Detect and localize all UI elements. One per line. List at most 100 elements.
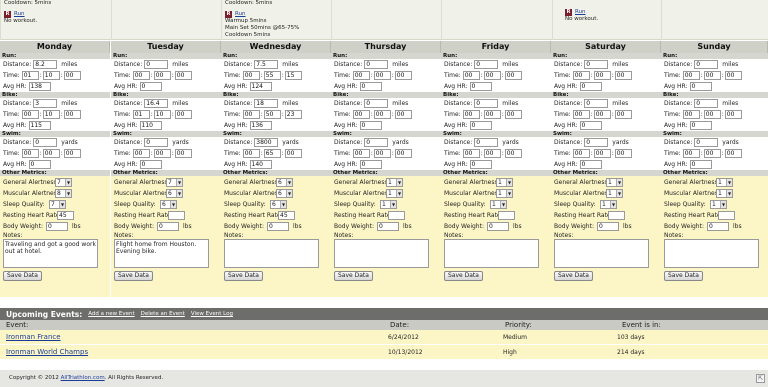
run-seconds-input[interactable]: 00	[63, 71, 81, 80]
view-event-log-link[interactable]: View Event Log	[191, 311, 233, 317]
workout-link[interactable]: Run	[14, 11, 25, 17]
general-select[interactable]: 1 ▼	[716, 178, 733, 187]
swim-distance-input[interactable]: 0	[33, 138, 58, 147]
run-distance-input[interactable]: 0	[474, 60, 499, 69]
general-select[interactable]: 6 ▼	[276, 178, 293, 187]
swim-hours-input[interactable]: 00	[682, 149, 700, 158]
resting-hr-input[interactable]	[718, 211, 735, 220]
bike-avg-hr-input[interactable]: 115	[28, 121, 51, 130]
swim-distance-input[interactable]: 0	[584, 138, 609, 147]
bike-minutes-input[interactable]: 00	[373, 110, 391, 119]
body-weight-input[interactable]: 0	[486, 222, 509, 231]
swim-seconds-input[interactable]: 00	[504, 149, 522, 158]
body-weight-input[interactable]: 0	[596, 222, 619, 231]
swim-hours-input[interactable]: 00	[572, 149, 590, 158]
notes-textarea[interactable]: Traveling and got a good work out at hot…	[3, 239, 98, 268]
run-hours-input[interactable]: 01	[21, 71, 39, 80]
delete-event-link[interactable]: Delete an Event	[141, 311, 185, 317]
run-minutes-input[interactable]: 00	[153, 71, 171, 80]
save-data-button[interactable]: Save Data	[3, 271, 42, 281]
bike-hours-input[interactable]: 00	[462, 110, 480, 119]
body-weight-input[interactable]: 0	[706, 222, 729, 231]
run-minutes-input[interactable]: 00	[373, 71, 391, 80]
bike-avg-hr-input[interactable]: 0	[689, 121, 712, 130]
bike-seconds-input[interactable]: 00	[724, 110, 742, 119]
notes-textarea[interactable]	[334, 239, 429, 268]
swim-hours-input[interactable]: 00	[242, 149, 260, 158]
save-data-button[interactable]: Save Data	[444, 271, 483, 281]
swim-seconds-input[interactable]: 00	[724, 149, 742, 158]
run-seconds-input[interactable]: 00	[504, 71, 522, 80]
bike-hours-input[interactable]: 01	[132, 110, 150, 119]
run-hours-input[interactable]: 00	[242, 71, 260, 80]
swim-distance-input[interactable]: 0	[694, 138, 719, 147]
run-minutes-input[interactable]: 00	[593, 71, 611, 80]
run-avg-hr-input[interactable]: 124	[249, 82, 272, 91]
run-minutes-input[interactable]: 00	[703, 71, 721, 80]
muscular-select[interactable]: 1 ▼	[606, 189, 623, 198]
muscular-select[interactable]: 1 ▼	[386, 189, 403, 198]
swim-seconds-input[interactable]: 00	[284, 149, 302, 158]
run-distance-input[interactable]: 0	[364, 60, 389, 69]
sleep-select[interactable]: 1 ▼	[710, 200, 727, 209]
run-avg-hr-input[interactable]: 0	[359, 82, 382, 91]
swim-minutes-input[interactable]: 00	[483, 149, 501, 158]
bike-hours-input[interactable]: 00	[572, 110, 590, 119]
muscular-select[interactable]: 6 ▼	[166, 189, 183, 198]
general-select[interactable]: 1 ▼	[606, 178, 623, 187]
swim-minutes-input[interactable]: 00	[593, 149, 611, 158]
swim-minutes-input[interactable]: 00	[703, 149, 721, 158]
run-hours-input[interactable]: 00	[462, 71, 480, 80]
bike-hours-input[interactable]: 00	[352, 110, 370, 119]
swim-seconds-input[interactable]: 00	[174, 149, 192, 158]
sleep-select[interactable]: 7 ▼	[49, 200, 66, 209]
bike-seconds-input[interactable]: 00	[504, 110, 522, 119]
swim-avg-hr-input[interactable]: 0	[579, 160, 602, 169]
bike-minutes-input[interactable]: 00	[703, 110, 721, 119]
run-distance-input[interactable]: 0	[584, 60, 609, 69]
body-weight-input[interactable]: 0	[376, 222, 399, 231]
run-seconds-input[interactable]: 00	[174, 71, 192, 80]
run-avg-hr-input[interactable]: 0	[689, 82, 712, 91]
muscular-select[interactable]: 6 ▼	[276, 189, 293, 198]
bike-seconds-input[interactable]: 00	[394, 110, 412, 119]
muscular-select[interactable]: 1 ▼	[496, 189, 513, 198]
bike-seconds-input[interactable]: 00	[63, 110, 81, 119]
swim-minutes-input[interactable]: 00	[153, 149, 171, 158]
bike-minutes-input[interactable]: 00	[593, 110, 611, 119]
notes-textarea[interactable]: Flight home from Houston. Evening bike.	[114, 239, 209, 268]
swim-seconds-input[interactable]: 00	[63, 149, 81, 158]
save-data-button[interactable]: Save Data	[554, 271, 593, 281]
bike-seconds-input[interactable]: 00	[614, 110, 632, 119]
sleep-select[interactable]: 1 ▼	[380, 200, 397, 209]
run-avg-hr-input[interactable]: 138	[28, 82, 51, 91]
bike-hours-input[interactable]: 00	[682, 110, 700, 119]
swim-avg-hr-input[interactable]: 0	[689, 160, 712, 169]
bike-avg-hr-input[interactable]: 0	[579, 121, 602, 130]
run-minutes-input[interactable]: 55	[263, 71, 281, 80]
resting-hr-input[interactable]: 45	[278, 211, 295, 220]
general-select[interactable]: 1 ▼	[496, 178, 513, 187]
save-data-button[interactable]: Save Data	[664, 271, 703, 281]
sleep-select[interactable]: 1 ▼	[600, 200, 617, 209]
swim-hours-input[interactable]: 00	[21, 149, 39, 158]
bike-minutes-input[interactable]: 00	[483, 110, 501, 119]
run-seconds-input[interactable]: 15	[284, 71, 302, 80]
swim-minutes-input[interactable]: 00	[373, 149, 391, 158]
run-distance-input[interactable]: 0	[144, 60, 169, 69]
body-weight-input[interactable]: 0	[156, 222, 179, 231]
run-seconds-input[interactable]: 00	[614, 71, 632, 80]
bike-hours-input[interactable]: 00	[242, 110, 260, 119]
sleep-select[interactable]: 1 ▼	[490, 200, 507, 209]
event-name-link[interactable]: Ironman France	[6, 330, 61, 345]
swim-seconds-input[interactable]: 00	[614, 149, 632, 158]
workout-link[interactable]: Run	[575, 9, 586, 15]
bike-seconds-input[interactable]: 23	[284, 110, 302, 119]
swim-hours-input[interactable]: 00	[462, 149, 480, 158]
general-select[interactable]: 7 ▼	[166, 178, 183, 187]
run-seconds-input[interactable]: 00	[394, 71, 412, 80]
bike-distance-input[interactable]: 0	[474, 99, 499, 108]
resting-hr-input[interactable]	[168, 211, 185, 220]
swim-avg-hr-input[interactable]: 0	[139, 160, 162, 169]
site-link[interactable]: AllTriathlon.com	[61, 375, 105, 381]
